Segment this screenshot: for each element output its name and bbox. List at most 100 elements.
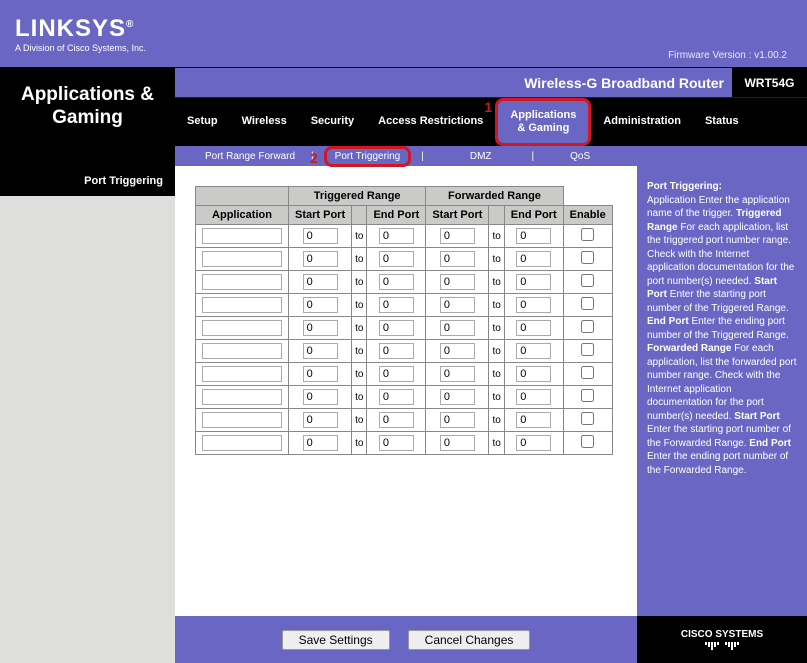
fwd-start-input[interactable] bbox=[440, 297, 475, 313]
enable-checkbox[interactable] bbox=[581, 228, 594, 241]
tab-security[interactable]: Security bbox=[299, 98, 366, 146]
fwd-end-input[interactable] bbox=[516, 435, 551, 451]
cisco-bars-icon bbox=[705, 642, 739, 650]
enable-checkbox[interactable] bbox=[581, 297, 594, 310]
trig-start-input[interactable] bbox=[303, 412, 338, 428]
fwd-end-input[interactable] bbox=[516, 251, 551, 267]
fwd-start-input[interactable] bbox=[440, 251, 475, 267]
to-label: to bbox=[352, 386, 367, 409]
trig-start-input[interactable] bbox=[303, 343, 338, 359]
application-input[interactable] bbox=[202, 343, 282, 359]
trig-start-input[interactable] bbox=[303, 320, 338, 336]
fwd-start-input[interactable] bbox=[440, 343, 475, 359]
trig-start-input[interactable] bbox=[303, 389, 338, 405]
table-row: toto bbox=[196, 271, 613, 294]
fwd-start-input[interactable] bbox=[440, 366, 475, 382]
application-input[interactable] bbox=[202, 297, 282, 313]
enable-checkbox[interactable] bbox=[581, 343, 594, 356]
fwd-end-input[interactable] bbox=[516, 366, 551, 382]
application-input[interactable] bbox=[202, 274, 282, 290]
enable-checkbox[interactable] bbox=[581, 435, 594, 448]
fwd-end-input[interactable] bbox=[516, 297, 551, 313]
trig-start-input[interactable] bbox=[303, 228, 338, 244]
tab-access-restrictions[interactable]: Access Restrictions bbox=[366, 98, 495, 146]
trig-end-input[interactable] bbox=[379, 274, 414, 290]
enable-checkbox[interactable] bbox=[581, 412, 594, 425]
trig-end-input[interactable] bbox=[379, 366, 414, 382]
tab-setup[interactable]: Setup bbox=[175, 98, 230, 146]
application-input[interactable] bbox=[202, 435, 282, 451]
subnav-port-triggering[interactable]: Port Triggering bbox=[324, 146, 412, 167]
to-label: to bbox=[489, 271, 504, 294]
fwd-end-input[interactable] bbox=[516, 228, 551, 244]
th-end-port-fwd: End Port bbox=[504, 206, 563, 225]
trig-end-input[interactable] bbox=[379, 228, 414, 244]
trig-end-input[interactable] bbox=[379, 343, 414, 359]
application-input[interactable] bbox=[202, 389, 282, 405]
trig-end-input[interactable] bbox=[379, 320, 414, 336]
enable-checkbox[interactable] bbox=[581, 389, 594, 402]
fwd-start-input[interactable] bbox=[440, 435, 475, 451]
fwd-end-input[interactable] bbox=[516, 412, 551, 428]
firmware-version: Firmware Version : v1.00.2 bbox=[668, 50, 787, 61]
to-label: to bbox=[489, 363, 504, 386]
application-input[interactable] bbox=[202, 320, 282, 336]
save-button[interactable]: Save Settings bbox=[282, 630, 390, 650]
subnav-port-range-forward[interactable]: Port Range Forward bbox=[205, 151, 295, 162]
subnav-row: Port Range Forward | Port Triggering | D… bbox=[0, 146, 807, 166]
tab-wireless[interactable]: Wireless bbox=[230, 98, 299, 146]
subnav-qos[interactable]: QoS bbox=[570, 151, 590, 162]
trig-end-input[interactable] bbox=[379, 297, 414, 313]
logo: LINKSYS® A Division of Cisco Systems, In… bbox=[15, 15, 146, 53]
bottom-spacer bbox=[0, 616, 175, 663]
trig-end-input[interactable] bbox=[379, 412, 414, 428]
th-triggered-range: Triggered Range bbox=[289, 187, 426, 206]
fwd-end-input[interactable] bbox=[516, 389, 551, 405]
tab-status[interactable]: Status bbox=[693, 98, 751, 146]
application-input[interactable] bbox=[202, 412, 282, 428]
to-label: to bbox=[489, 432, 504, 455]
enable-checkbox[interactable] bbox=[581, 320, 594, 333]
th-start-port-trig: Start Port bbox=[289, 206, 352, 225]
to-label: to bbox=[352, 340, 367, 363]
to-label: to bbox=[352, 248, 367, 271]
fwd-start-input[interactable] bbox=[440, 228, 475, 244]
tab-administration[interactable]: Administration bbox=[591, 98, 693, 146]
help-bold: Start Port bbox=[734, 411, 780, 422]
to-label: to bbox=[489, 340, 504, 363]
fwd-start-input[interactable] bbox=[440, 320, 475, 336]
application-input[interactable] bbox=[202, 366, 282, 382]
fwd-start-input[interactable] bbox=[440, 412, 475, 428]
fwd-end-input[interactable] bbox=[516, 343, 551, 359]
trig-start-input[interactable] bbox=[303, 274, 338, 290]
enable-checkbox[interactable] bbox=[581, 274, 594, 287]
trig-end-input[interactable] bbox=[379, 435, 414, 451]
trig-start-input[interactable] bbox=[303, 251, 338, 267]
to-label: to bbox=[489, 409, 504, 432]
tab-applications-gaming[interactable]: 1 Applications & Gaming bbox=[495, 98, 591, 146]
fwd-start-input[interactable] bbox=[440, 389, 475, 405]
subnav-dmz[interactable]: DMZ bbox=[470, 151, 492, 162]
application-input[interactable] bbox=[202, 251, 282, 267]
th-enable: Enable bbox=[563, 206, 612, 225]
enable-checkbox[interactable] bbox=[581, 366, 594, 379]
subnav-spacer bbox=[0, 146, 175, 166]
table-row: to to bbox=[196, 340, 613, 363]
trig-start-input[interactable] bbox=[303, 435, 338, 451]
fwd-end-input[interactable] bbox=[516, 274, 551, 290]
trig-start-input[interactable] bbox=[303, 297, 338, 313]
th-to-trig bbox=[352, 206, 367, 225]
fwd-end-input[interactable] bbox=[516, 320, 551, 336]
cancel-button[interactable]: Cancel Changes bbox=[408, 630, 531, 650]
th-application: Application bbox=[196, 206, 289, 225]
model-number: WRT54G bbox=[732, 68, 807, 97]
trig-end-input[interactable] bbox=[379, 389, 414, 405]
trig-start-input[interactable] bbox=[303, 366, 338, 382]
trig-end-input[interactable] bbox=[379, 251, 414, 267]
fwd-start-input[interactable] bbox=[440, 274, 475, 290]
enable-checkbox[interactable] bbox=[581, 251, 594, 264]
help-bold: End Port bbox=[647, 316, 689, 327]
application-input[interactable] bbox=[202, 228, 282, 244]
to-label: to bbox=[489, 317, 504, 340]
help-panel: Port Triggering: Application Enter the a… bbox=[637, 166, 807, 616]
